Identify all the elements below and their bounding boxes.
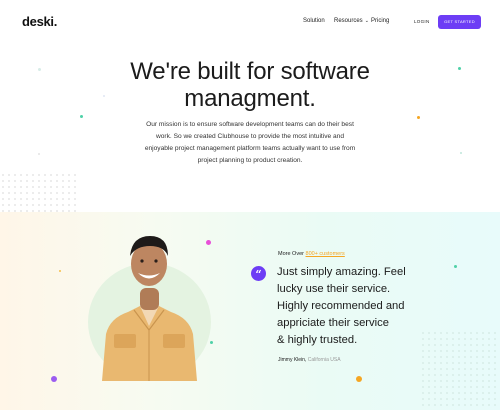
- decor-dot: [38, 153, 40, 155]
- page-title-line-2: managment.: [184, 85, 316, 112]
- nav-link-resources[interactable]: Resources ⌄: [334, 18, 369, 24]
- customers-line: More Over 800+ customers: [278, 251, 345, 257]
- author-location: California USA: [306, 357, 341, 363]
- decor-dot: [103, 95, 105, 97]
- decor-dot: [417, 116, 420, 119]
- author-name: Jimmy Klein,: [278, 357, 307, 363]
- page-title-line-1: We're built for software: [130, 58, 370, 85]
- customers-link[interactable]: 800+ customers: [306, 251, 345, 257]
- quote-icon: “: [251, 266, 266, 281]
- quote-line-4: appriciate their service: [277, 317, 389, 329]
- testimonial-author: Jimmy Klein, California USA: [278, 357, 341, 363]
- nav-link-resources-label: Resources: [334, 18, 363, 24]
- chevron-down-icon: ⌄: [364, 18, 369, 24]
- quote-line-5: & highly trusted.: [277, 334, 358, 346]
- decor-dot: [356, 376, 362, 382]
- decor-dot: [458, 67, 461, 70]
- mission-line-3: enjoyable project management platform te…: [144, 145, 356, 152]
- decor-dot: [206, 240, 211, 245]
- top-navbar: deski. Solution Resources ⌄ Pricing LOGIN…: [0, 0, 500, 44]
- decor-dot: [460, 152, 462, 154]
- customers-prefix: More Over: [278, 251, 306, 257]
- login-link[interactable]: LOGIN: [414, 19, 430, 24]
- quote-line-2: lucky use their service.: [277, 283, 391, 295]
- nav-link-pricing[interactable]: Pricing: [371, 18, 389, 24]
- decor-dot: [59, 270, 61, 272]
- decor-dot: [38, 68, 41, 71]
- customer-portrait: [102, 236, 197, 381]
- logo[interactable]: deski.: [22, 14, 57, 29]
- get-started-button[interactable]: GET STARTED: [438, 15, 481, 29]
- decor-dot: [454, 265, 457, 268]
- mission-line-2: work. So we created Clubhouse to provide…: [155, 133, 345, 140]
- nav-link-solution[interactable]: Solution: [303, 18, 325, 24]
- testimonial-quote: Just simply amazing. Feel lucky use thei…: [277, 264, 447, 349]
- decor-dot: [210, 341, 213, 344]
- quote-line-3: Highly recommended and: [277, 300, 405, 312]
- mission-line-1: Our mission is to ensure software develo…: [146, 121, 354, 128]
- mission-paragraph: Our mission is to ensure software develo…: [125, 119, 375, 167]
- decor-dot: [80, 115, 83, 118]
- mission-line-4: project planning to product creation.: [197, 157, 303, 164]
- decor-dot: [51, 376, 57, 382]
- page-title: We're built for software managment.: [0, 58, 500, 112]
- quote-line-1: Just simply amazing. Feel: [277, 266, 406, 278]
